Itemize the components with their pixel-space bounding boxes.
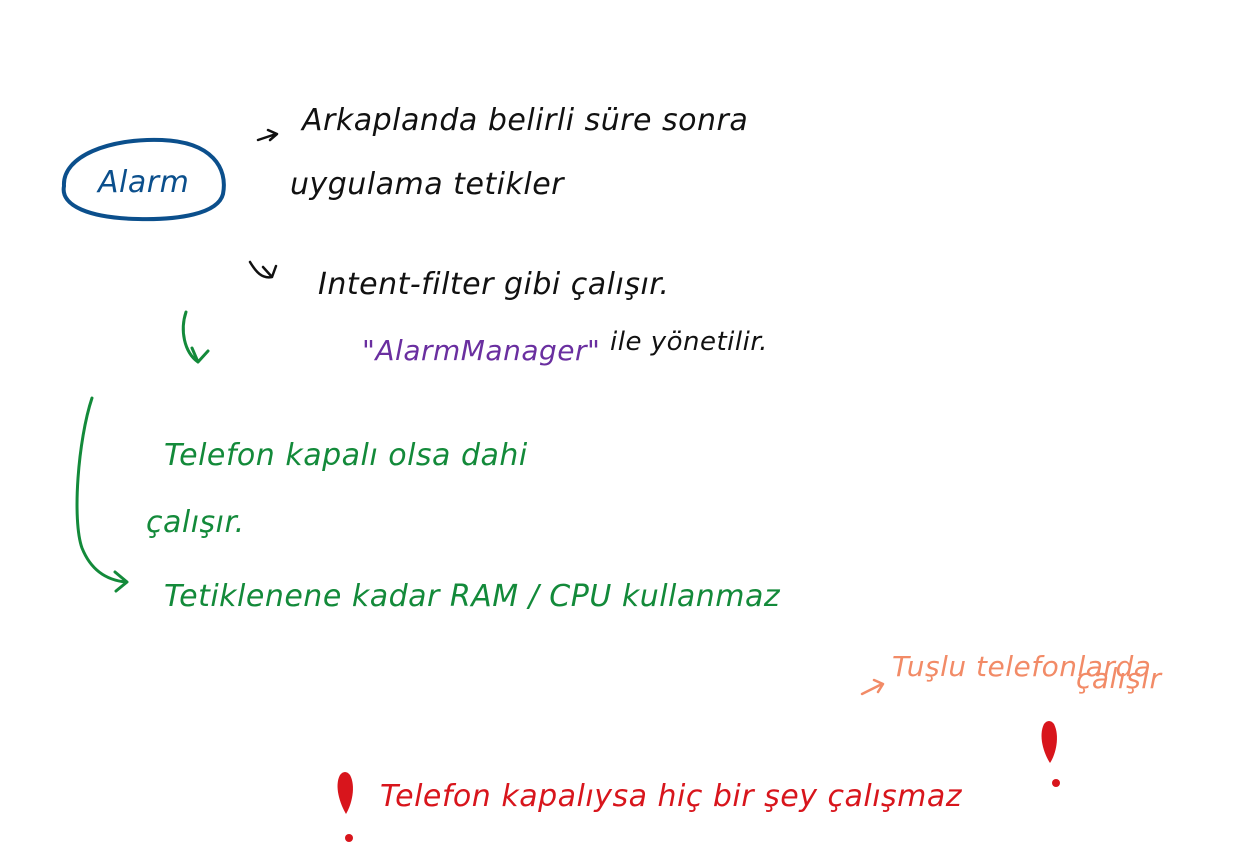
green-note-line-2: çalışır. xyxy=(146,505,245,540)
orange-note-line-2: çalışır xyxy=(1076,662,1162,695)
red-warning-line: Telefon kapalıysa hiç bir şey çalışmaz xyxy=(380,779,963,814)
note-line-1: Arkaplanda belirli süre sonra xyxy=(300,103,748,138)
green-note-line-3: Tetiklenene kadar RAM / CPU kullanmaz xyxy=(164,579,781,614)
green-small-arrow xyxy=(181,310,210,364)
green-note-line-1: Telefon kapalı olsa dahi xyxy=(164,438,528,473)
alarm-label: Alarm xyxy=(96,165,189,200)
exclamation-icon-left xyxy=(337,772,353,842)
orange-arrow xyxy=(860,678,885,696)
note-canvas: Alarm Arkaplanda belirli süre sonra uygu… xyxy=(61,103,1162,842)
black-arrow-2 xyxy=(248,260,278,279)
note-line-4-rest: ile yönetilir. xyxy=(610,327,768,357)
note-line-2: uygulama tetikler xyxy=(290,167,565,202)
black-arrow-1 xyxy=(256,128,279,142)
exclamation-icon-right xyxy=(1041,721,1060,787)
note-line-3: Intent-filter gibi çalışır. xyxy=(318,267,669,302)
note-line-4-highlight: "AlarmManager" xyxy=(362,334,600,367)
green-bracket-arrow xyxy=(75,396,129,593)
